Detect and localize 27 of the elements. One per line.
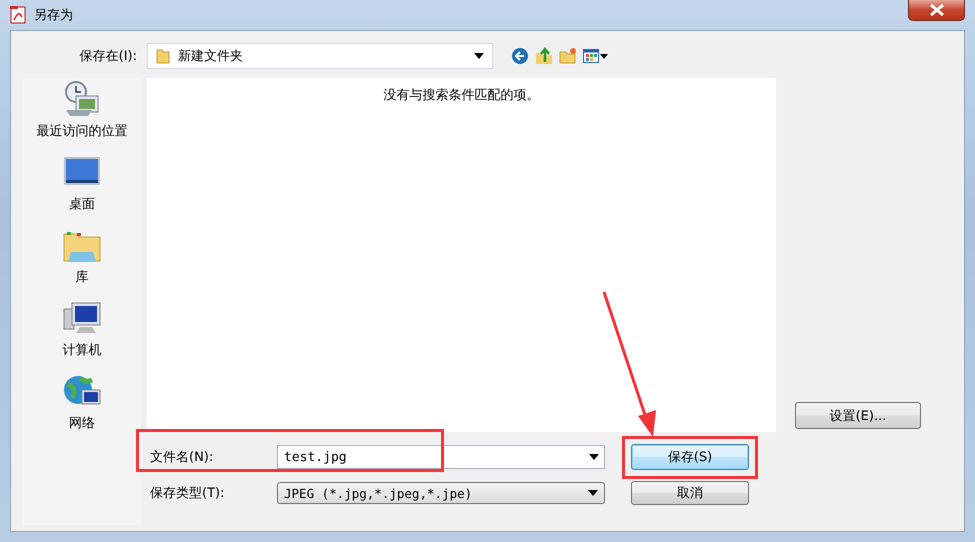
empty-message: 没有与搜索条件匹配的项。 — [384, 87, 540, 104]
save-button[interactable]: 保存(S) — [631, 444, 749, 470]
places-item[interactable]: 网络 — [69, 414, 95, 432]
folder-icon — [156, 48, 170, 64]
places-item[interactable]: 最近访问的位置 — [36, 122, 128, 140]
new-folder-icon[interactable] — [559, 46, 577, 64]
dropdown-arrow-icon[interactable] — [588, 490, 598, 496]
up-folder-icon[interactable] — [535, 46, 553, 64]
save-in-dropdown[interactable]: 新建文件夹 — [147, 42, 493, 68]
cancel-button[interactable]: 取消 — [631, 481, 749, 505]
settings-button[interactable]: 设置(E)... — [795, 402, 921, 429]
view-menu-icon[interactable] — [583, 48, 609, 64]
places-item[interactable]: 库 — [76, 268, 88, 286]
window-title: 另存为 — [34, 7, 73, 24]
close-icon[interactable] — [928, 4, 946, 16]
places-item[interactable]: 桌面 — [69, 195, 95, 213]
file-type-dropdown[interactable]: JPEG (*.jpg,*.jpeg,*.jpe) — [277, 482, 605, 504]
close-button[interactable] — [908, 0, 965, 21]
pdf-document-icon — [10, 6, 26, 24]
file-name-field[interactable]: test.jpg — [277, 445, 605, 469]
dropdown-arrow-icon[interactable] — [474, 52, 484, 58]
file-name-label: 文件名(N): — [150, 449, 214, 466]
places-item[interactable]: 计算机 — [62, 341, 102, 359]
save-in-label: 保存在(I): — [80, 48, 138, 64]
file-type-label: 保存类型(T): — [150, 485, 226, 502]
dropdown-arrow-icon[interactable] — [589, 454, 599, 460]
back-icon[interactable] — [511, 46, 529, 64]
